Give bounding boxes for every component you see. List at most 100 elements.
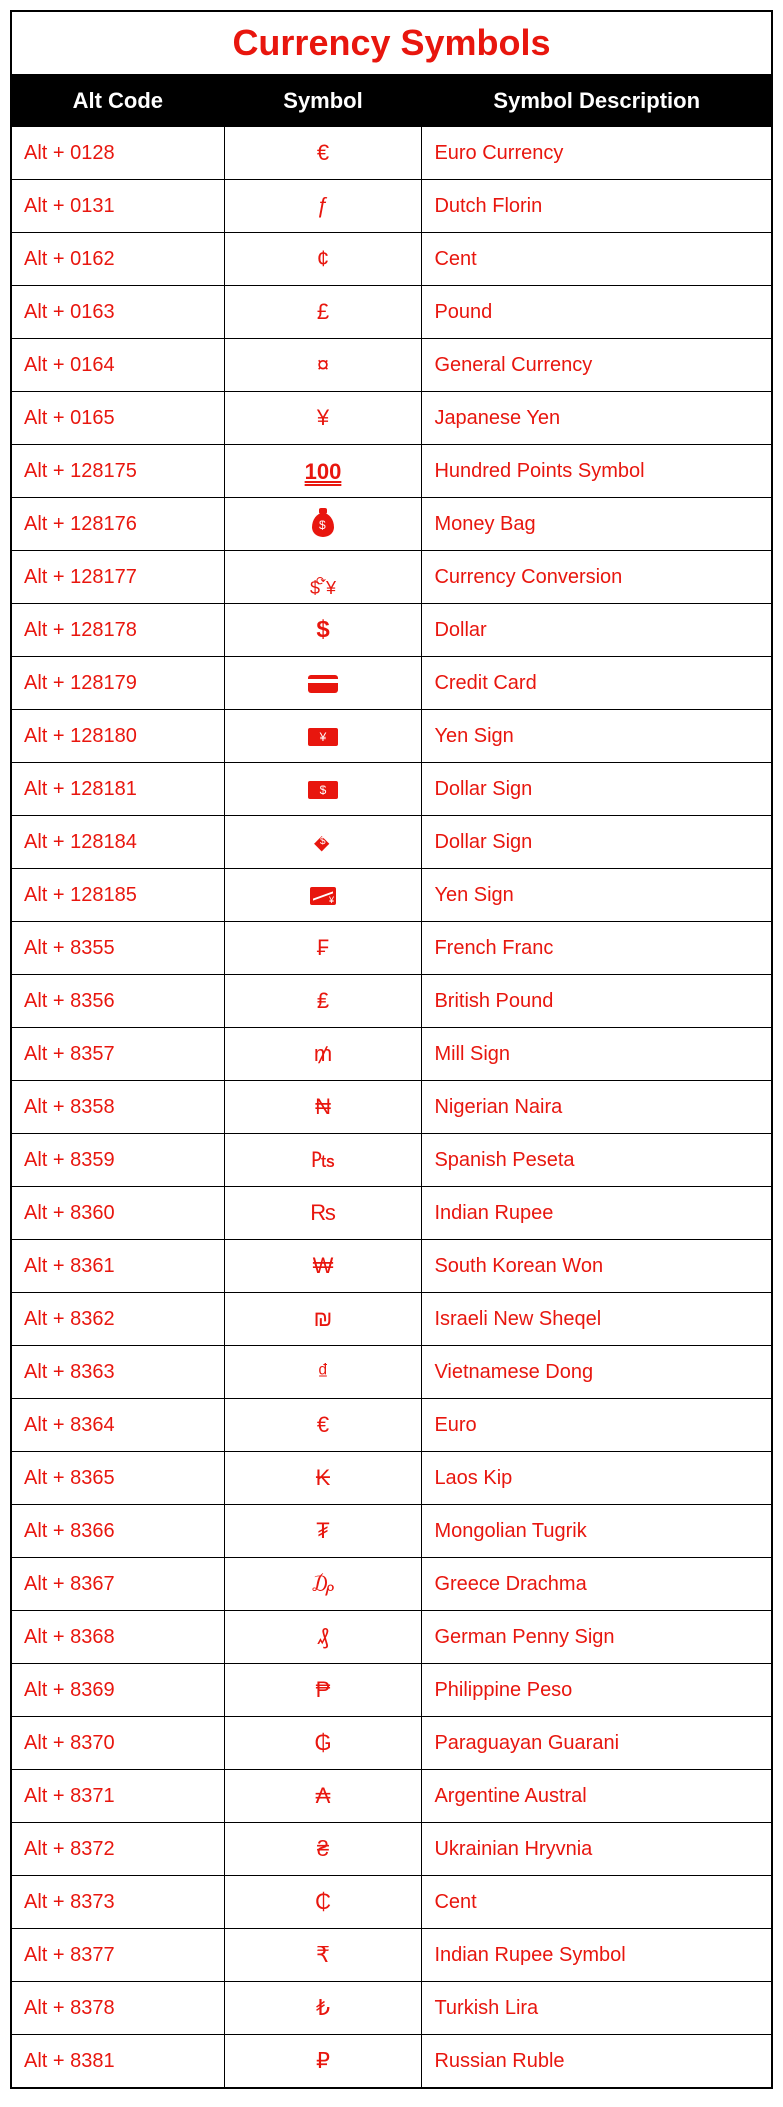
description-cell: Nigerian Naira <box>422 1081 772 1134</box>
description-cell: Cent <box>422 233 772 286</box>
description-cell: British Pound <box>422 975 772 1028</box>
alt-code-cell: Alt + 128180 <box>11 710 224 763</box>
symbol-cell: ₰ <box>224 1611 422 1664</box>
description-cell: Cent <box>422 1876 772 1929</box>
symbol-cell: ₦ <box>224 1081 422 1134</box>
alt-code-cell: Alt + 128178 <box>11 604 224 657</box>
currency-symbol-glyph: ₪ <box>314 1306 333 1331</box>
table-row: Alt + 128175100Hundred Points Symbol <box>11 445 772 498</box>
table-row: Alt + 8358₦Nigerian Naira <box>11 1081 772 1134</box>
description-cell: Greece Drachma <box>422 1558 772 1611</box>
currency-symbol-glyph: ₤ <box>317 988 329 1013</box>
symbol-cell: ¥ <box>224 710 422 763</box>
alt-code-cell: Alt + 8371 <box>11 1770 224 1823</box>
symbol-cell <box>224 869 422 922</box>
symbol-cell: ₨ <box>224 1187 422 1240</box>
symbol-cell: ⟳ <box>224 551 422 604</box>
description-cell: Yen Sign <box>422 869 772 922</box>
symbol-cell: £ <box>224 286 422 339</box>
description-cell: Pound <box>422 286 772 339</box>
symbol-cell <box>224 498 422 551</box>
description-cell: Mill Sign <box>422 1028 772 1081</box>
currency-symbol-glyph: € <box>317 140 329 165</box>
symbol-cell: ¥ <box>224 392 422 445</box>
alt-code-cell: Alt + 8372 <box>11 1823 224 1876</box>
table-row: Alt + 8363 ₫ Vietnamese Dong <box>11 1346 772 1399</box>
alt-code-cell: Alt + 8357 <box>11 1028 224 1081</box>
alt-code-cell: Alt + 0131 <box>11 180 224 233</box>
table-header-row: Alt Code Symbol Symbol Description <box>11 75 772 127</box>
table-row: Alt + 8365₭Laos Kip <box>11 1452 772 1505</box>
table-row: Alt + 8356 ₤ British Pound <box>11 975 772 1028</box>
symbol-cell: ₽ <box>224 2035 422 2089</box>
alt-code-cell: Alt + 8378 <box>11 1982 224 2035</box>
currency-symbol-glyph: ₹ <box>316 1942 330 1967</box>
symbol-cell: ₴ <box>224 1823 422 1876</box>
currency-symbol-glyph: ₯ <box>312 1571 334 1596</box>
table-title: Currency Symbols <box>10 10 773 74</box>
description-cell: Currency Conversion <box>422 551 772 604</box>
table-row: Alt + 8373₵Cent <box>11 1876 772 1929</box>
description-cell: Vietnamese Dong <box>422 1346 772 1399</box>
symbol-cell: 100 <box>224 445 422 498</box>
table-row: Alt + 0162¢Cent <box>11 233 772 286</box>
alt-code-cell: Alt + 0164 <box>11 339 224 392</box>
alt-code-cell: Alt + 8370 <box>11 1717 224 1770</box>
alt-code-cell: Alt + 0165 <box>11 392 224 445</box>
alt-code-cell: Alt + 8362 <box>11 1293 224 1346</box>
currency-symbol-glyph: ₱ <box>316 1677 331 1702</box>
table-row: Alt + 8366₮Mongolian Tugrik <box>11 1505 772 1558</box>
currency-symbol-glyph: ₧ <box>311 1147 335 1172</box>
alt-code-cell: Alt + 8365 <box>11 1452 224 1505</box>
description-cell: Dollar Sign <box>422 816 772 869</box>
table-row: Alt + 0131 ƒ Dutch Florin <box>11 180 772 233</box>
alt-code-cell: Alt + 8367 <box>11 1558 224 1611</box>
description-cell: Indian Rupee Symbol <box>422 1929 772 1982</box>
alt-code-cell: Alt + 8360 <box>11 1187 224 1240</box>
description-cell: Dutch Florin <box>422 180 772 233</box>
alt-code-cell: Alt + 8364 <box>11 1399 224 1452</box>
heavy-dollar-icon: $ <box>316 616 329 644</box>
symbol-cell: ₤ <box>224 975 422 1028</box>
money-bag-icon <box>312 513 334 537</box>
table-row: Alt + 8381₽Russian Ruble <box>11 2035 772 2089</box>
table-row: Alt + 0163£Pound <box>11 286 772 339</box>
currency-symbol-glyph: ₨ <box>310 1200 336 1225</box>
alt-code-cell: Alt + 8356 <box>11 975 224 1028</box>
alt-code-cell: Alt + 8358 <box>11 1081 224 1134</box>
currency-symbol-glyph: ₫ <box>317 1359 328 1384</box>
currency-symbol-glyph: ¤ <box>317 352 329 377</box>
table-row: Alt + 8362₪Israeli New Sheqel <box>11 1293 772 1346</box>
description-cell: Dollar <box>422 604 772 657</box>
symbol-cell: ₩ <box>224 1240 422 1293</box>
alt-code-cell: Alt + 8363 <box>11 1346 224 1399</box>
alt-code-cell: Alt + 128184 <box>11 816 224 869</box>
alt-code-cell: Alt + 8381 <box>11 2035 224 2089</box>
symbol-cell <box>224 657 422 710</box>
currency-symbol-glyph: ₮ <box>316 1518 329 1543</box>
description-cell: Money Bag <box>422 498 772 551</box>
currency-symbol-glyph: ƒ <box>317 193 329 218</box>
currency-symbol-glyph: ₥ <box>314 1041 332 1066</box>
table-row: Alt + 128177⟳Currency Conversion <box>11 551 772 604</box>
symbol-cell: ₲ <box>224 1717 422 1770</box>
table-row: Alt + 8364€Euro <box>11 1399 772 1452</box>
table-row: Alt + 8361₩South Korean Won <box>11 1240 772 1293</box>
table-row: Alt + 8372₴Ukrainian Hryvnia <box>11 1823 772 1876</box>
alt-code-cell: Alt + 128177 <box>11 551 224 604</box>
alt-code-cell: Alt + 0162 <box>11 233 224 286</box>
table-row: Alt + 8367 ₯ Greece Drachma <box>11 1558 772 1611</box>
table-row: Alt + 128185Yen Sign <box>11 869 772 922</box>
table-row: Alt + 128178 $ Dollar <box>11 604 772 657</box>
description-cell: Credit Card <box>422 657 772 710</box>
description-cell: Mongolian Tugrik <box>422 1505 772 1558</box>
table-row: Alt + 8359₧Spanish Peseta <box>11 1134 772 1187</box>
symbol-cell: ₯ <box>224 1558 422 1611</box>
description-cell: Argentine Austral <box>422 1770 772 1823</box>
table-row: Alt + 128184 Dollar Sign <box>11 816 772 869</box>
currency-symbol-glyph: ₺ <box>316 1995 330 2020</box>
table-row: Alt + 8378₺Turkish Lira <box>11 1982 772 2035</box>
alt-code-cell: Alt + 0128 <box>11 127 224 180</box>
table-row: Alt + 8369₱Philippine Peso <box>11 1664 772 1717</box>
symbol-cell: ₳ <box>224 1770 422 1823</box>
